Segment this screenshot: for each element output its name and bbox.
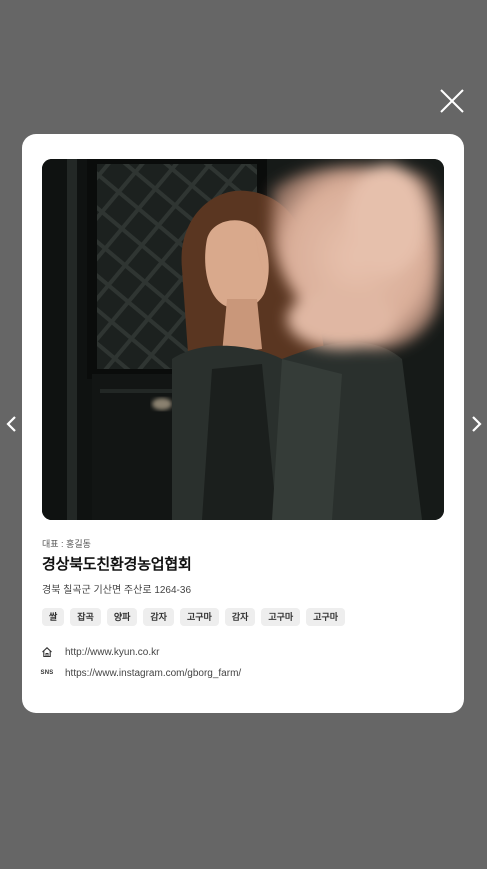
organization-name: 경상북도친환경농업협회 xyxy=(42,556,192,573)
product-tag: 고구마 xyxy=(306,608,346,626)
address-text: 경북 칠곡군 기산면 주산로 1264-36 xyxy=(42,585,192,596)
close-icon xyxy=(440,89,464,113)
product-tag: 잡곡 xyxy=(70,608,101,626)
product-tag: 쌀 xyxy=(42,608,65,626)
representative-label: 대표 : 홍길동 xyxy=(42,539,91,549)
prev-button[interactable] xyxy=(2,412,22,436)
profile-card: 대표 : 홍길동 경상북도친환경농업협회 경북 칠곡군 기산면 주산로 1264… xyxy=(22,134,464,713)
product-tag: 양파 xyxy=(106,608,138,626)
next-button[interactable] xyxy=(466,412,486,436)
website-row: http://www.kyun.co.kr xyxy=(40,645,159,659)
profile-photo xyxy=(42,159,444,520)
product-tag: 감자 xyxy=(224,608,256,626)
product-tags: 쌀 잡곡 양파 감자 고구마 감자 고구마 고구마 xyxy=(42,608,346,626)
close-button[interactable] xyxy=(437,86,467,116)
website-link[interactable]: http://www.kyun.co.kr xyxy=(65,647,159,658)
product-tag: 고구마 xyxy=(179,608,219,626)
product-tag: 고구마 xyxy=(261,608,301,626)
sns-link[interactable]: https://www.instagram.com/gborg_farm/ xyxy=(65,668,241,679)
home-icon xyxy=(40,645,54,659)
chevron-left-icon xyxy=(6,416,16,432)
chevron-right-icon xyxy=(472,416,482,432)
product-tag: 감자 xyxy=(143,608,174,626)
sns-row: SNS https://www.instagram.com/gborg_farm… xyxy=(40,666,242,680)
sns-label: SNS xyxy=(40,670,54,676)
